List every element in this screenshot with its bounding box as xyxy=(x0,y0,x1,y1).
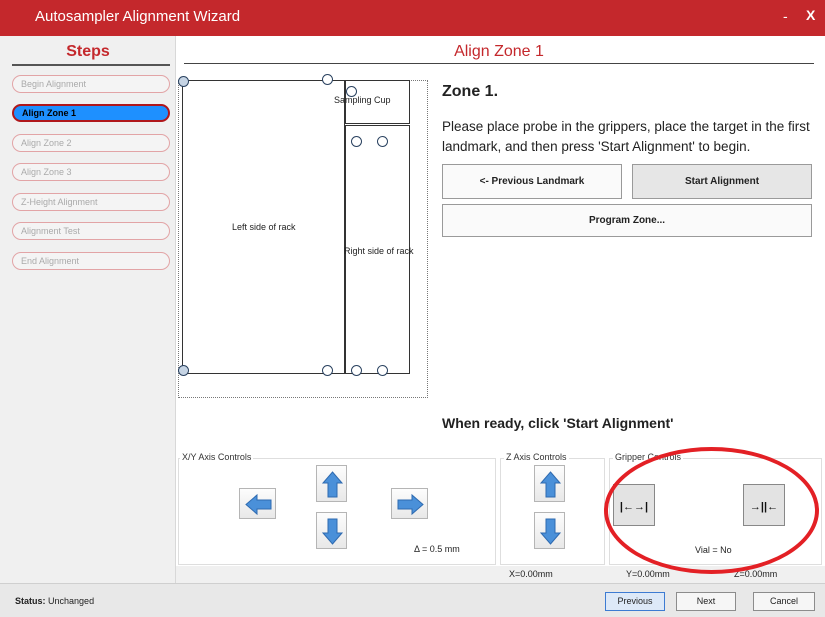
cancel-button[interactable]: Cancel xyxy=(753,592,815,611)
arrow-left-icon xyxy=(245,493,272,516)
sampling-cup-label: Sampling Cup xyxy=(334,95,391,105)
window-title: Autosampler Alignment Wizard xyxy=(35,8,241,25)
move-down-button[interactable] xyxy=(316,512,347,549)
next-button[interactable]: Next xyxy=(676,592,736,611)
step-end-alignment[interactable]: End Alignment xyxy=(12,252,170,270)
zone-title: Zone 1. xyxy=(442,83,499,100)
step-size-readout: Δ = 0.5 mm xyxy=(414,544,460,554)
start-alignment-button[interactable]: Start Alignment xyxy=(632,164,812,199)
page-title: Align Zone 1 xyxy=(454,43,544,60)
landmark-circle xyxy=(377,365,388,376)
move-up-button[interactable] xyxy=(316,465,347,502)
previous-landmark-button[interactable]: <- Previous Landmark xyxy=(442,164,622,199)
status-bar: Status: Unchanged Previous Next Cancel xyxy=(0,583,825,617)
left-rack-label: Left side of rack xyxy=(232,222,296,232)
steps-divider xyxy=(12,64,170,66)
move-right-button[interactable] xyxy=(391,488,428,519)
arrow-down-icon xyxy=(539,518,562,545)
gripper-controls-label: Gripper Controls xyxy=(613,452,684,462)
landmark-circle xyxy=(351,136,362,147)
gripper-open-icon: |←→| xyxy=(619,501,649,513)
close-button[interactable]: X xyxy=(806,7,815,23)
step-z-height-alignment[interactable]: Z-Height Alignment xyxy=(12,193,170,211)
landmark-circle xyxy=(178,76,189,87)
steps-heading: Steps xyxy=(66,43,110,60)
right-rack-label: Right side of rack xyxy=(344,246,414,256)
arrow-up-icon xyxy=(539,471,562,498)
minimize-button[interactable]: - xyxy=(783,8,788,24)
gripper-close-icon: →||← xyxy=(749,501,779,513)
landmark-circle xyxy=(322,74,333,85)
z-axis-label: Z Axis Controls xyxy=(504,452,569,462)
arrow-down-icon xyxy=(321,518,344,545)
status-text: Status: Unchanged xyxy=(15,596,94,606)
landmark-circle xyxy=(377,136,388,147)
left-rack[interactable]: Left side of rack xyxy=(182,80,345,374)
status-label: Status: xyxy=(15,596,46,606)
xy-axis-label: X/Y Axis Controls xyxy=(180,452,254,462)
gripper-open-button[interactable]: |←→| xyxy=(613,484,655,526)
landmark-circle xyxy=(346,86,357,97)
ready-message: When ready, click 'Start Alignment' xyxy=(442,415,674,431)
landmark-circle xyxy=(351,365,362,376)
z-coordinate: Z=0.00mm xyxy=(734,569,778,579)
gripper-close-button[interactable]: →||← xyxy=(743,484,785,526)
step-begin-alignment[interactable]: Begin Alignment xyxy=(12,75,170,93)
step-align-zone-1[interactable]: Align Zone 1 xyxy=(12,104,170,122)
coordinate-bar: X=0.00mm Y=0.00mm Z=0.00mm xyxy=(176,566,825,583)
landmark-circle xyxy=(178,365,189,376)
program-zone-button[interactable]: Program Zone... xyxy=(442,204,812,237)
arrow-up-icon xyxy=(321,471,344,498)
vial-status: Vial = No xyxy=(695,545,732,555)
landmark-circle xyxy=(322,365,333,376)
wizard-window: Autosampler Alignment Wizard - X Steps B… xyxy=(0,0,825,617)
x-coordinate: X=0.00mm xyxy=(509,569,553,579)
step-align-zone-3[interactable]: Align Zone 3 xyxy=(12,163,170,181)
arrow-right-icon xyxy=(397,493,424,516)
zone-instructions: Please place probe in the grippers, plac… xyxy=(442,119,810,154)
status-value: Unchanged xyxy=(48,596,95,606)
step-alignment-test[interactable]: Alignment Test xyxy=(12,222,170,240)
previous-button[interactable]: Previous xyxy=(605,592,665,611)
y-coordinate: Y=0.00mm xyxy=(626,569,670,579)
title-bar: Autosampler Alignment Wizard - X xyxy=(0,0,825,36)
step-align-zone-2[interactable]: Align Zone 2 xyxy=(12,134,170,152)
right-rack[interactable]: Right side of rack xyxy=(344,125,414,374)
steps-sidebar: Steps Begin Alignment Align Zone 1 Align… xyxy=(0,36,176,583)
z-up-button[interactable] xyxy=(534,465,565,502)
title-divider xyxy=(184,63,814,64)
move-left-button[interactable] xyxy=(239,488,276,519)
z-down-button[interactable] xyxy=(534,512,565,549)
